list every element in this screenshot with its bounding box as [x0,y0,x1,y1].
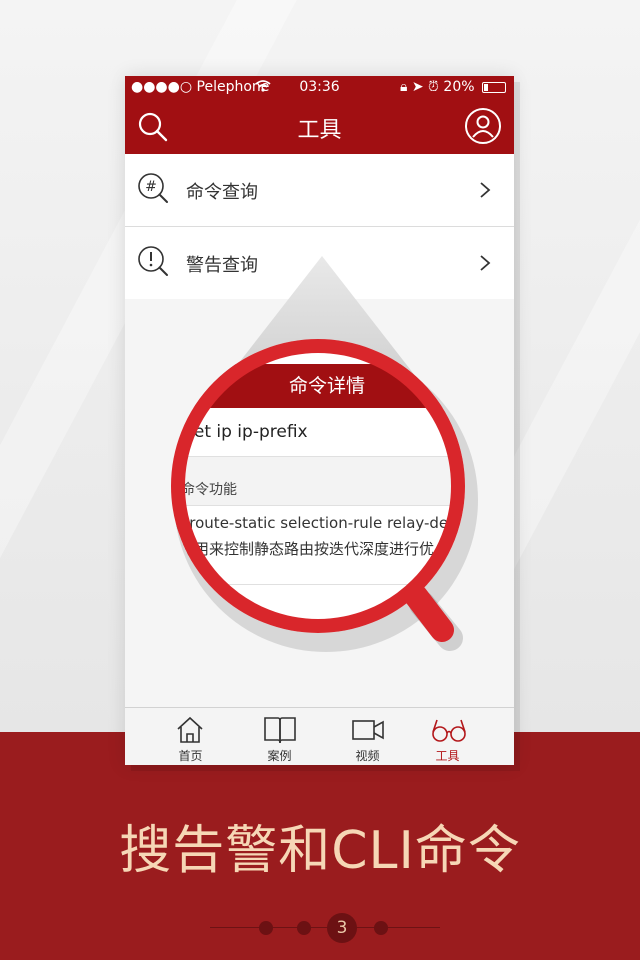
tab-cases[interactable]: 案例 [231,708,328,765]
status-right: 🔒︎ ➤ ⏰︎ 20% [400,79,506,95]
pager-dot[interactable] [259,921,273,935]
video-camera-icon [352,720,384,740]
menu-item-label: 命令查询 [186,182,258,203]
tab-tools[interactable]: 工具 [399,708,496,765]
book-icon [264,717,296,744]
page-title: 工具 [297,118,342,143]
tab-home[interactable]: 首页 [142,708,239,765]
menu-item-command-query[interactable]: # 命令查询 [125,154,514,227]
location-icon: ➤ [411,79,424,95]
glasses-icon [432,719,466,742]
menu-item-alert-query[interactable]: 警告查询 [125,227,514,300]
tab-label: 案例 [267,749,292,763]
exclamation-search-icon [138,246,168,276]
home-icon [177,716,203,743]
tab-bar: 首页 案例 视频 工具 [125,707,514,765]
menu-item-label: 警告查询 [186,255,258,276]
tab-label: 首页 [178,749,203,763]
user-icon [465,108,501,144]
profile-button[interactable] [464,107,502,145]
promo-headline: 搜告警和CLI命令 [119,821,521,881]
chevron-right-icon [480,255,491,271]
tab-label: 工具 [435,749,460,763]
page-indicator: 3 [0,912,640,944]
pager-dot[interactable] [297,921,311,935]
hash-search-icon: # [138,173,168,203]
pager-current[interactable]: 3 [327,913,357,943]
rotation-lock-icon: 🔒︎ [399,79,408,95]
chevron-right-icon [480,182,491,198]
magnifier-ring [171,339,465,633]
battery-icon [482,81,506,93]
pager-line [210,927,440,928]
alarm-icon: ⏰︎ [428,79,439,95]
status-bar: ●●●●○ Pelephone 03:36 🔒︎ ➤ ⏰︎ 20% [125,76,514,100]
promo-screen: ●●●●○ Pelephone 03:36 🔒︎ ➤ ⏰︎ 20% 工具 # 命… [0,0,640,960]
svg-text:#: # [145,179,157,195]
nav-bar: 工具 [125,100,514,154]
battery-percent: 20% [443,79,475,95]
pager-dot[interactable] [374,921,388,935]
